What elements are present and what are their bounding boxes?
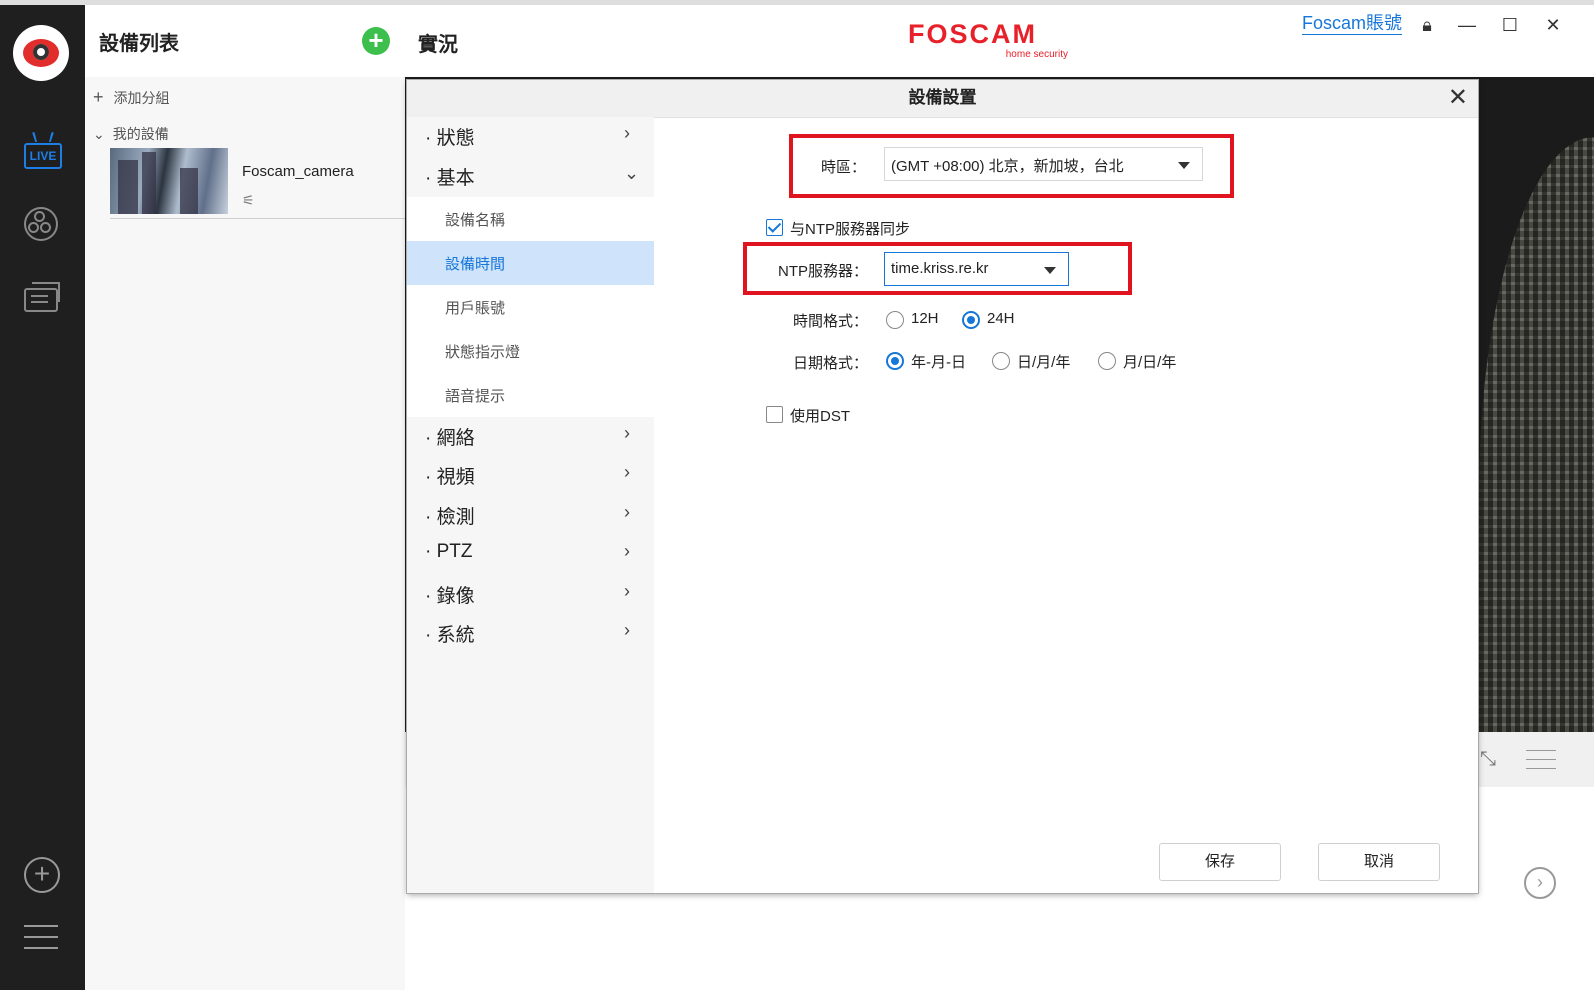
- chevron-right-icon: ›: [624, 123, 630, 143]
- fullscreen-icon[interactable]: ⤡: [1480, 748, 1496, 771]
- nav-network[interactable]: · 網絡 ›: [407, 417, 654, 453]
- maximize-icon[interactable]: ☐: [1498, 15, 1522, 36]
- chevron-right-icon: ›: [624, 541, 630, 561]
- ntp-sync-checkbox[interactable]: [766, 219, 783, 236]
- app-logo-icon: [13, 25, 69, 81]
- lock-icon[interactable]: 🔒︎: [1415, 15, 1439, 36]
- foscam-logo: FOSCAM home security: [908, 19, 1068, 60]
- ntp-sync-label: 与NTP服務器同步: [790, 221, 911, 238]
- dst-checkbox[interactable]: [766, 406, 783, 423]
- main-header: 實況 FOSCAM home security Foscam賬號 🔒︎ — ☐ …: [405, 5, 1594, 77]
- dropdown-caret-icon: [1178, 162, 1190, 169]
- chevron-right-icon: ›: [624, 620, 630, 640]
- time-format-24h-radio[interactable]: [962, 311, 980, 329]
- cancel-button[interactable]: 取消: [1318, 843, 1440, 881]
- my-devices-group[interactable]: ⌄ 我的設備: [93, 124, 169, 144]
- device-list-item[interactable]: Foscam_camera ⚟: [110, 148, 405, 219]
- timezone-select[interactable]: (GMT +08:00) 北京，新加坡，台北: [884, 147, 1203, 181]
- date-format-mdy-radio[interactable]: [1098, 352, 1116, 370]
- subnav-status-light[interactable]: 狀態指示燈: [407, 329, 654, 373]
- ntp-server-label: NTP服務器：: [778, 263, 869, 280]
- my-devices-label: 我的設備: [112, 126, 169, 142]
- nav-status[interactable]: · 狀態 ›: [407, 117, 654, 153]
- nav-basic[interactable]: · 基本 ⌄: [407, 157, 654, 193]
- ntp-server-value: time.kriss.re.kr: [891, 260, 989, 277]
- add-group-label: 添加分組: [113, 90, 170, 106]
- chevron-right-icon: ›: [624, 462, 630, 482]
- time-format-24h-label: 24H: [987, 310, 1015, 327]
- device-settings-icon[interactable]: ⚟: [242, 192, 255, 209]
- date-format-dmy-label: 日/月/年: [1017, 354, 1071, 371]
- left-rail: LIVE +: [0, 5, 85, 990]
- date-format-mdy-label: 月/日/年: [1123, 354, 1177, 371]
- dst-label: 使用DST: [790, 408, 851, 425]
- main-menu-icon[interactable]: [24, 925, 58, 958]
- timezone-label: 時區：: [821, 159, 867, 176]
- video-menu-icon[interactable]: [1526, 750, 1556, 777]
- dialog-title: 設備設置: [407, 80, 1478, 118]
- brand-name: FOSCAM: [908, 19, 1037, 49]
- nav-ptz[interactable]: · PTZ ›: [407, 535, 654, 571]
- page-title: 實況: [418, 34, 458, 56]
- device-list-header: 設備列表 +: [85, 5, 405, 77]
- nav-detection[interactable]: · 檢測 ›: [407, 496, 654, 532]
- add-group-button[interactable]: + 添加分組: [93, 87, 170, 108]
- chevron-down-icon: ⌄: [624, 163, 640, 183]
- date-format-label: 日期格式：: [793, 355, 869, 372]
- subnav-user-account[interactable]: 用戶賬號: [407, 285, 654, 329]
- chevron-right-icon: ›: [624, 423, 630, 443]
- time-format-label: 時間格式：: [793, 313, 869, 330]
- chevron-right-icon: ›: [624, 581, 630, 601]
- message-icon[interactable]: [22, 280, 62, 320]
- date-format-dmy-radio[interactable]: [992, 352, 1010, 370]
- time-format-12h-radio[interactable]: [886, 311, 904, 329]
- brand-tagline: home security: [1005, 49, 1068, 60]
- device-list-panel: 設備列表 + + 添加分組 ⌄ 我的設備 Foscam_camera ⚟: [85, 5, 406, 990]
- device-name: Foscam_camera: [242, 163, 354, 180]
- ntp-server-select[interactable]: time.kriss.re.kr: [884, 252, 1069, 286]
- save-button[interactable]: 保存: [1159, 843, 1281, 881]
- date-format-ymd-label: 年-月-日: [911, 354, 966, 371]
- minimize-icon[interactable]: —: [1455, 15, 1479, 36]
- subnav-device-name[interactable]: 設備名稱: [407, 197, 654, 241]
- date-format-ymd-radio[interactable]: [886, 352, 904, 370]
- live-icon[interactable]: LIVE: [22, 132, 62, 173]
- time-format-12h-label: 12H: [911, 310, 939, 327]
- timezone-value: (GMT +08:00) 北京，新加坡，台北: [891, 158, 1124, 175]
- nav-video[interactable]: · 視頻 ›: [407, 456, 654, 492]
- playback-reel-icon[interactable]: [22, 205, 62, 245]
- nav-system[interactable]: · 系統 ›: [407, 614, 654, 650]
- nav-recording[interactable]: · 錄像 ›: [407, 575, 654, 611]
- settings-nav: · 狀態 › · 基本 ⌄ 設備名稱 設備時間 用戶賬號 狀態指示燈 語音提示 · …: [407, 117, 654, 893]
- close-window-icon[interactable]: ✕: [1541, 15, 1565, 36]
- subnav-device-time[interactable]: 設備時間: [407, 241, 654, 285]
- add-device-button[interactable]: +: [362, 27, 390, 55]
- plus-icon: +: [93, 87, 104, 107]
- subnav-voice-prompt[interactable]: 語音提示: [407, 373, 654, 417]
- account-link[interactable]: Foscam賬號: [1302, 12, 1403, 35]
- chevron-right-icon: ›: [624, 502, 630, 522]
- dropdown-caret-icon: [1044, 267, 1056, 274]
- device-thumbnail: [110, 148, 228, 214]
- video-frame-building: [1479, 137, 1594, 732]
- add-device-circle-icon[interactable]: +: [24, 857, 60, 893]
- next-page-icon[interactable]: ›: [1524, 867, 1556, 899]
- dialog-close-icon[interactable]: ✕: [1448, 84, 1468, 112]
- device-list-title: 設備列表: [99, 33, 179, 55]
- settings-content: 時區： (GMT +08:00) 北京，新加坡，台北 与NTP服務器同步 NTP…: [654, 117, 1478, 893]
- chevron-down-icon: ⌄: [93, 126, 105, 142]
- device-settings-dialog: 設備設置 ✕ · 狀態 › · 基本 ⌄ 設備名稱 設備時間 用戶賬號 狀態指示燈 …: [407, 80, 1478, 893]
